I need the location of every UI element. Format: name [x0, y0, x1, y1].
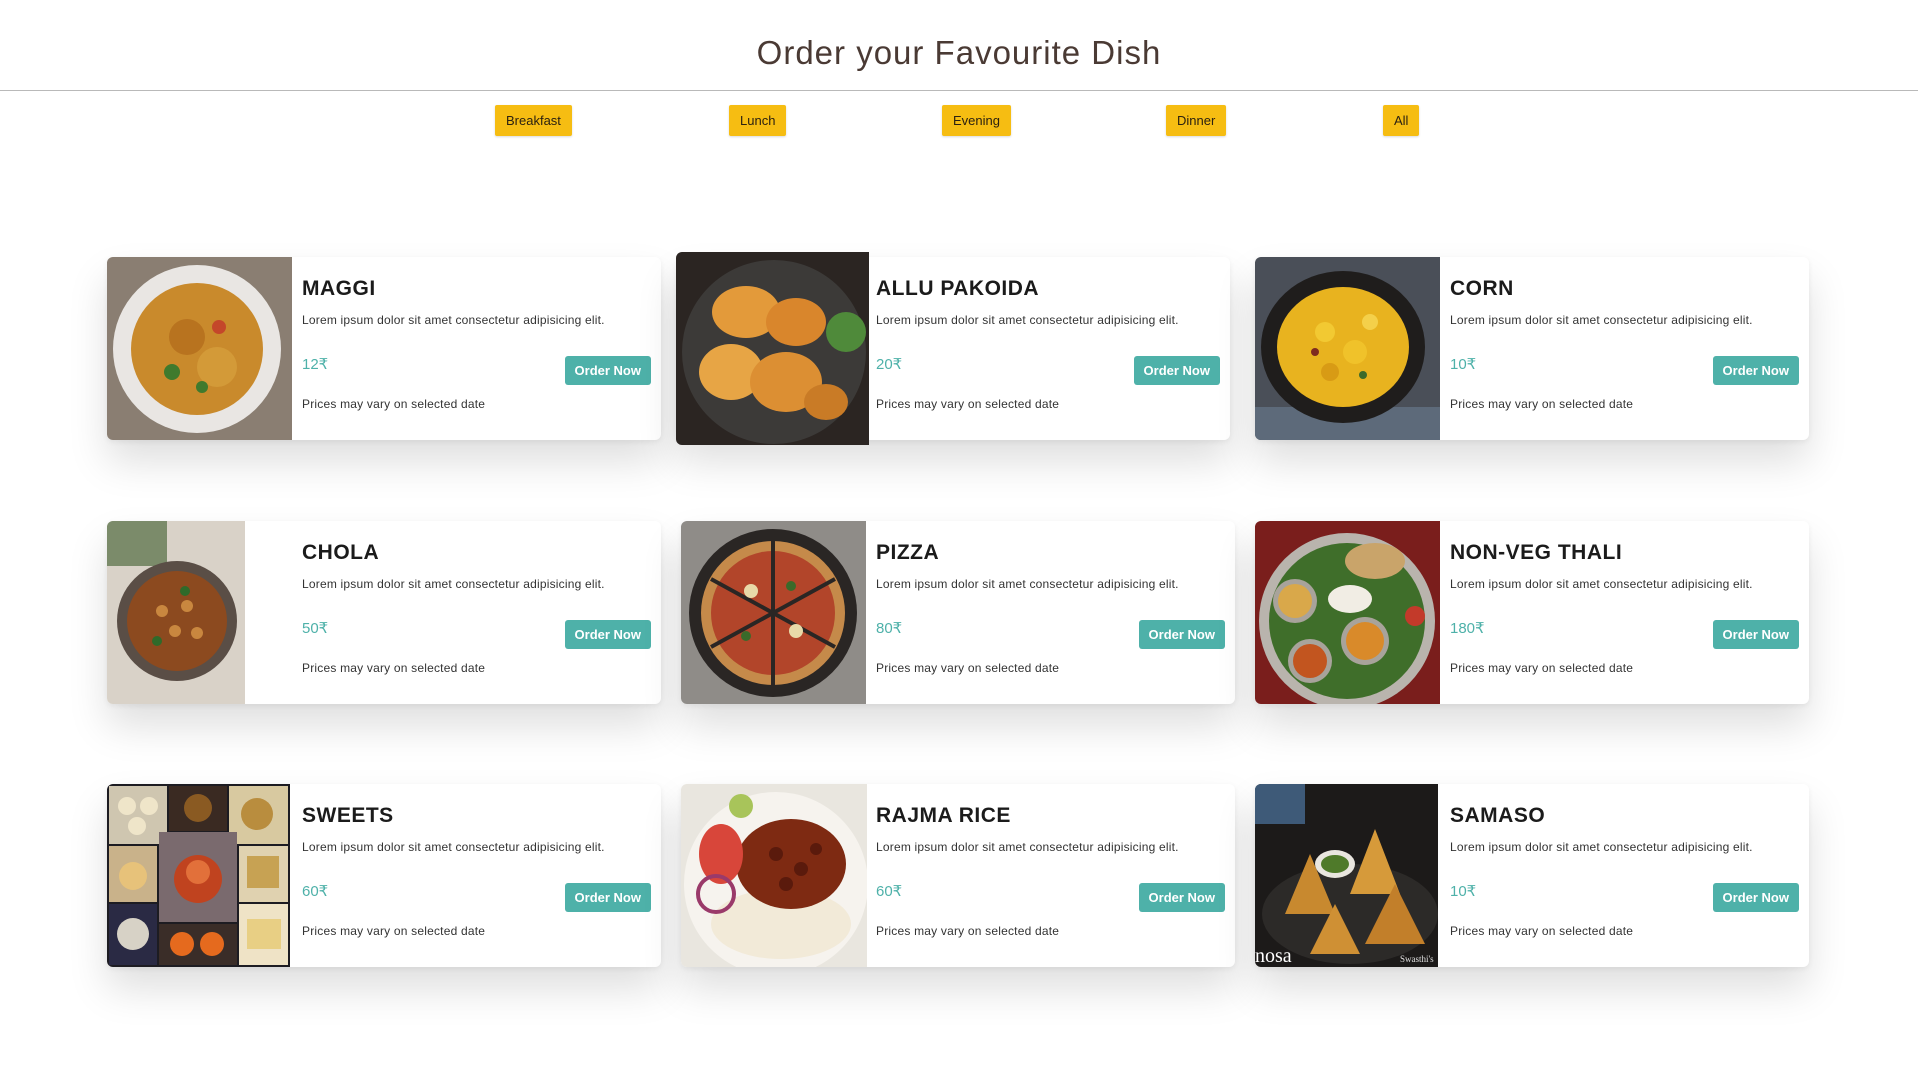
maggi-photo-art	[107, 257, 292, 440]
dish-price: 10₹	[1450, 883, 1477, 900]
dish-photo-maggi	[107, 257, 292, 440]
order-now-button[interactable]: Order Now	[564, 883, 651, 912]
filter-evening-button[interactable]: Evening	[942, 105, 1011, 136]
title-divider	[0, 90, 1918, 91]
chola-photo-art	[107, 521, 245, 704]
filter-dinner-button[interactable]: Dinner	[1166, 105, 1227, 136]
dish-name: RAJMA RICE	[876, 804, 1011, 827]
dish-price: 20₹	[876, 356, 903, 373]
dish-description: Lorem ipsum dolor sit amet consectetur a…	[1450, 840, 1753, 854]
dish-photo-chola	[107, 521, 245, 704]
dish-description: Lorem ipsum dolor sit amet consectetur a…	[876, 840, 1179, 854]
dish-description: Lorem ipsum dolor sit amet consectetur a…	[302, 577, 605, 591]
dish-price: 80₹	[876, 620, 903, 637]
filter-lunch-button[interactable]: Lunch	[729, 105, 787, 136]
dish-description: Lorem ipsum dolor sit amet consectetur a…	[1450, 577, 1753, 591]
photo-caption: nosa	[1255, 945, 1292, 967]
dish-price: 60₹	[876, 883, 903, 900]
dish-photo-rajma-rice	[681, 784, 867, 967]
dish-name: PIZZA	[876, 541, 940, 564]
dish-card-pizza: PIZZA Lorem ipsum dolor sit amet consect…	[681, 521, 1235, 704]
dish-photo-pizza	[681, 521, 866, 704]
order-now-button[interactable]: Order Now	[564, 356, 651, 385]
dish-card-samaso: nosa Swasthi's SAMASO Lorem ipsum dolor …	[1255, 784, 1809, 967]
dish-photo-samaso: nosa Swasthi's	[1255, 784, 1438, 967]
dish-name: CHOLA	[302, 541, 380, 564]
order-now-button[interactable]: Order Now	[564, 620, 651, 649]
dish-card-rajma-rice: RAJMA RICE Lorem ipsum dolor sit amet co…	[681, 784, 1235, 967]
price-note: Prices may vary on selected date	[1450, 924, 1634, 938]
dish-name: CORN	[1450, 277, 1514, 300]
dish-card-maggi: MAGGI Lorem ipsum dolor sit amet consect…	[107, 257, 661, 440]
dish-card-allu-pakoida: ALLU PAKOIDA Lorem ipsum dolor sit amet …	[676, 252, 1230, 445]
price-note: Prices may vary on selected date	[302, 661, 486, 675]
dish-name: ALLU PAKOIDA	[876, 277, 1040, 300]
dish-description: Lorem ipsum dolor sit amet consectetur a…	[1450, 313, 1753, 327]
order-now-button[interactable]: Order Now	[1138, 883, 1225, 912]
price-note: Prices may vary on selected date	[302, 924, 486, 938]
price-note: Prices may vary on selected date	[1450, 661, 1634, 675]
dish-price: 60₹	[302, 883, 329, 900]
dish-description: Lorem ipsum dolor sit amet consectetur a…	[876, 577, 1179, 591]
dish-price: 50₹	[302, 620, 329, 637]
order-now-button[interactable]: Order Now	[1712, 356, 1799, 385]
dish-name: MAGGI	[302, 277, 376, 300]
dish-photo-non-veg-thali	[1255, 521, 1440, 704]
thali-photo-art	[1255, 521, 1440, 704]
dish-price: 12₹	[302, 356, 329, 373]
dish-name: SAMASO	[1450, 804, 1546, 827]
price-note: Prices may vary on selected date	[302, 397, 486, 411]
order-now-button[interactable]: Order Now	[1138, 620, 1225, 649]
dish-name: SWEETS	[302, 804, 394, 827]
dish-photo-sweets	[107, 784, 290, 967]
price-note: Prices may vary on selected date	[876, 661, 1060, 675]
dish-card-sweets: SWEETS Lorem ipsum dolor sit amet consec…	[107, 784, 661, 967]
dish-description: Lorem ipsum dolor sit amet consectetur a…	[302, 313, 605, 327]
photo-watermark: Swasthi's	[1400, 954, 1434, 964]
dish-price: 180₹	[1450, 620, 1485, 637]
dish-name: NON-VEG THALI	[1450, 541, 1623, 564]
dish-photo-corn	[1255, 257, 1440, 440]
dish-price: 10₹	[1450, 356, 1477, 373]
order-now-button[interactable]: Order Now	[1133, 356, 1220, 385]
corn-photo-art	[1255, 257, 1440, 440]
dish-description: Lorem ipsum dolor sit amet consectetur a…	[302, 840, 605, 854]
filter-breakfast-button[interactable]: Breakfast	[495, 105, 572, 136]
price-note: Prices may vary on selected date	[876, 924, 1060, 938]
filter-all-button[interactable]: All	[1383, 105, 1420, 136]
dish-card-corn: CORN Lorem ipsum dolor sit amet consecte…	[1255, 257, 1809, 440]
page-title: Order your Favourite Dish	[756, 34, 1162, 71]
pakoida-photo-art	[676, 252, 869, 445]
rajma-photo-art	[681, 784, 867, 967]
dish-card-chola: CHOLA Lorem ipsum dolor sit amet consect…	[107, 521, 661, 704]
sweets-photo-art	[107, 784, 290, 967]
order-now-button[interactable]: Order Now	[1712, 883, 1799, 912]
dish-photo-allu-pakoida	[676, 252, 869, 445]
price-note: Prices may vary on selected date	[876, 397, 1060, 411]
dish-description: Lorem ipsum dolor sit amet consectetur a…	[876, 313, 1179, 327]
samosa-photo-art: nosa Swasthi's	[1255, 784, 1438, 967]
order-now-button[interactable]: Order Now	[1712, 620, 1799, 649]
dish-card-non-veg-thali: NON-VEG THALI Lorem ipsum dolor sit amet…	[1255, 521, 1809, 704]
price-note: Prices may vary on selected date	[1450, 397, 1634, 411]
pizza-photo-art	[681, 521, 866, 704]
